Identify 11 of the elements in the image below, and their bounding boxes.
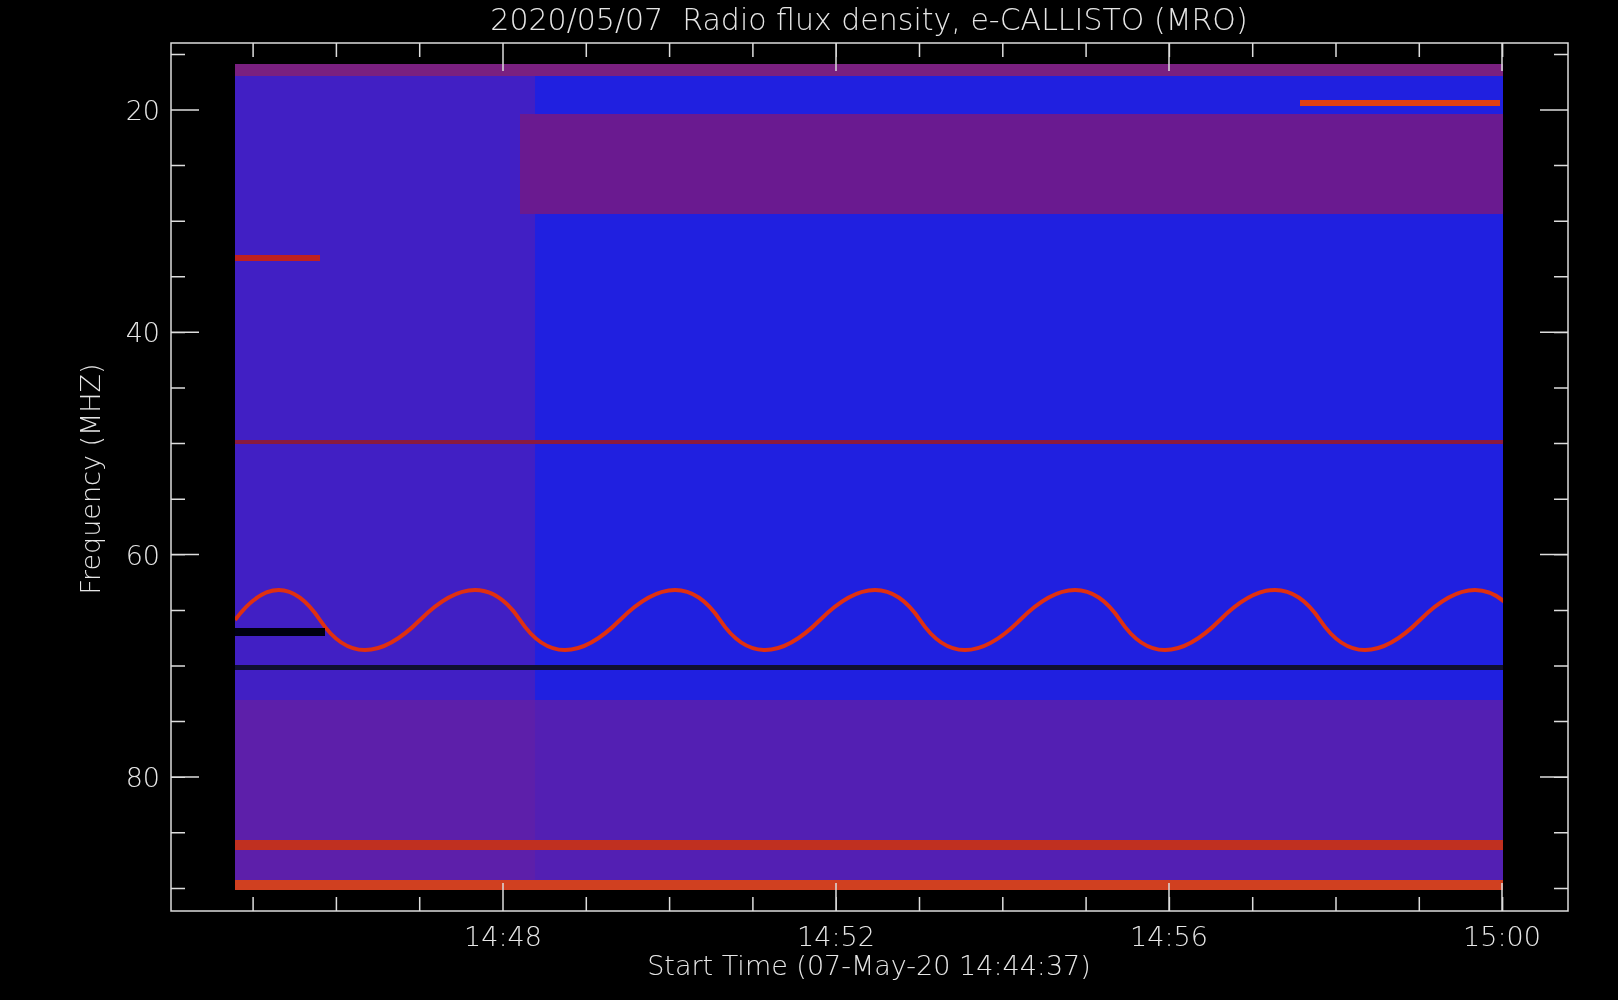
x-tick-label: 14:56	[1130, 921, 1208, 952]
x-tick-label: 14:52	[797, 921, 875, 952]
x-axis-label: Start Time (07-May-20 14:44:37)	[647, 950, 1091, 981]
y-tick-label: 60	[125, 539, 160, 571]
x-tick-label: 14:48	[464, 921, 542, 952]
y-tick-label: 80	[125, 761, 160, 793]
x-tick-label: 15:00	[1463, 921, 1541, 952]
chart-title: 2020/05/07 Radio flux density, e-CALLISTO (MRO)	[490, 2, 1248, 37]
y-tick-label: 40	[125, 317, 160, 349]
y-axis-label: Frequency (MHZ)	[75, 363, 106, 595]
y-tick-label: 20	[125, 95, 160, 126]
